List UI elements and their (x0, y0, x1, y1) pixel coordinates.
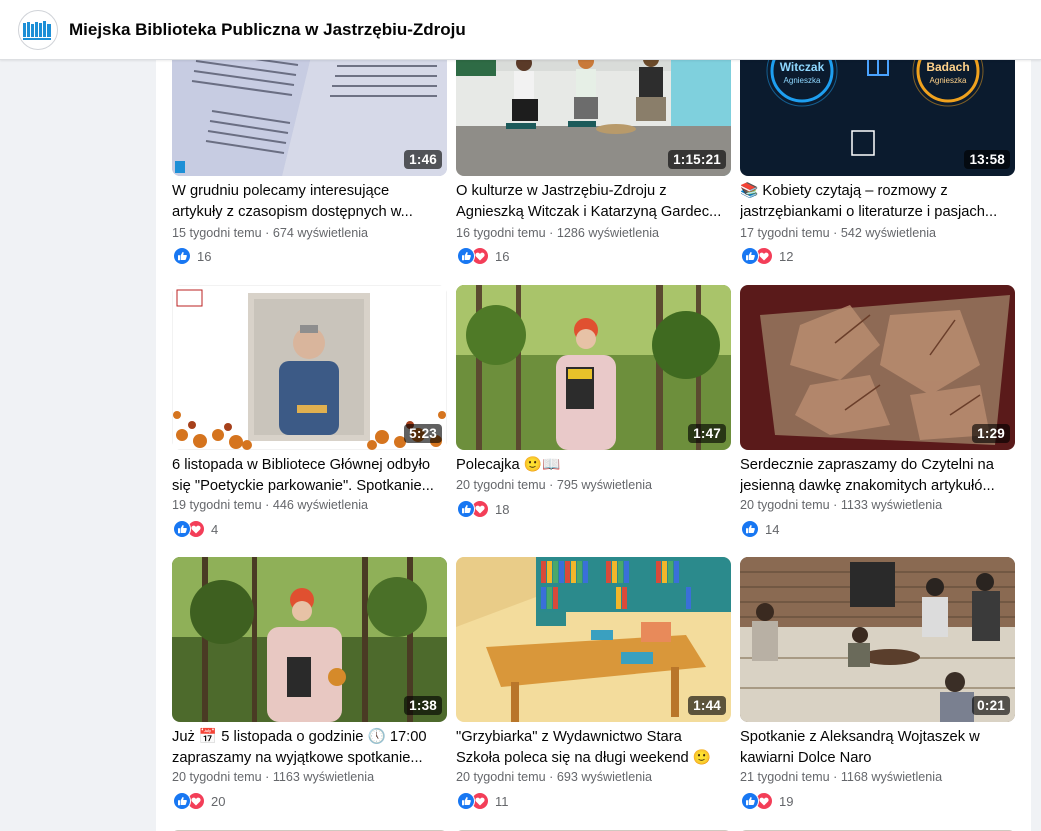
video-duration: 1:47 (688, 424, 726, 443)
reactions-summary[interactable]: 20 (173, 792, 225, 810)
meta-separator: · (829, 226, 841, 240)
video-title[interactable]: 📚 Kobiety czytają – rozmowy z jastrzębia… (740, 181, 1010, 223)
video-views: 795 wyświetlenia (556, 478, 653, 492)
like-reaction-icon (741, 247, 759, 265)
video-thumbnail[interactable]: 1:38 (172, 557, 447, 722)
video-age: 21 tygodni temu (740, 770, 830, 784)
video-duration: 1:46 (404, 150, 442, 169)
reactions-summary[interactable]: 18 (457, 500, 509, 518)
like-reaction-icon (173, 247, 191, 265)
reactions-summary[interactable]: 4 (173, 520, 218, 538)
video-title[interactable]: Spotkanie z Aleksandrą Wojtaszek w kawia… (740, 727, 1010, 769)
video-duration: 0:21 (972, 696, 1010, 715)
video-views: 446 wyświetlenia (272, 498, 369, 512)
video-age: 15 tygodni temu (172, 226, 262, 240)
video-duration: 1:15:21 (668, 150, 726, 169)
video-duration: 1:38 (404, 696, 442, 715)
video-thumbnail[interactable]: Miejska Biblioteka Publiczna 1:15:21 (456, 40, 731, 176)
video-views: 1133 wyświetlenia (840, 498, 943, 512)
video-meta: 15 tygodni temu · 674 wyświetlenia (172, 226, 368, 240)
reactions-summary[interactable]: 16 (173, 247, 211, 265)
video-thumbnail[interactable]: 5:23 (172, 285, 447, 450)
video-views: 1286 wyświetlenia (556, 226, 660, 240)
like-reaction-icon (741, 792, 759, 810)
video-thumbnail[interactable]: Witczak Agnieszka Badach Agnieszka 13:58 (740, 40, 1015, 176)
reaction-count: 14 (765, 521, 780, 537)
like-reaction-icon (457, 792, 475, 810)
page-title[interactable]: Miejska Biblioteka Publiczna w Jastrzębi… (69, 20, 466, 40)
video-thumbnail[interactable]: 1:47 (456, 285, 731, 450)
video-title[interactable]: 6 listopada w Bibliotece Głównej odbyło … (172, 455, 442, 497)
badach-logo-subtext: Agnieszka (930, 76, 967, 85)
video-age: 20 tygodni temu (456, 478, 546, 492)
reactions-summary[interactable]: 11 (457, 792, 509, 810)
video-meta: 20 tygodni temu · 1163 wyświetlenia (172, 770, 374, 784)
library-books-logo-icon[interactable] (18, 9, 58, 50)
meta-separator: · (261, 226, 273, 240)
video-title[interactable]: O kulturze w Jastrzębiu-Zdroju z Agniesz… (456, 181, 726, 223)
video-duration: 1:29 (972, 424, 1010, 443)
video-meta: 17 tygodni temu · 542 wyświetlenia (740, 226, 936, 240)
video-age: 20 tygodni temu (456, 770, 546, 784)
like-reaction-icon (173, 792, 191, 810)
video-duration: 5:23 (404, 424, 442, 443)
video-thumbnail[interactable]: 1:29 (740, 285, 1015, 450)
video-age: 20 tygodni temu (172, 770, 262, 784)
video-views: 1168 wyświetlenia (840, 770, 943, 784)
like-reaction-icon (457, 247, 475, 265)
meta-separator: · (829, 498, 841, 512)
video-meta: 16 tygodni temu · 1286 wyświetlenia (456, 226, 659, 240)
reaction-count: 16 (197, 248, 212, 264)
reaction-count: 16 (495, 248, 510, 264)
video-title[interactable]: Serdecznie zapraszamy do Czytelni na jes… (740, 455, 1010, 497)
witczak-logo-text: Witczak (780, 60, 825, 74)
like-reaction-icon (173, 520, 191, 538)
reactions-summary[interactable]: 16 (457, 247, 509, 265)
video-views: 693 wyświetlenia (556, 770, 653, 784)
video-age: 20 tygodni temu (740, 498, 830, 512)
reaction-count: 19 (779, 793, 794, 809)
videos-panel: 1:46 W grudniu polecamy interesujące art… (156, 40, 1031, 831)
video-meta: 20 tygodni temu · 693 wyświetlenia (456, 770, 652, 784)
page-header: Miejska Biblioteka Publiczna w Jastrzębi… (0, 0, 1041, 60)
reactions-summary[interactable]: 19 (741, 792, 793, 810)
badach-logo-text: Badach (926, 60, 969, 74)
video-meta: 20 tygodni temu · 1133 wyświetlenia (740, 498, 942, 512)
video-title[interactable]: Polecajka 🙂📖 (456, 455, 726, 476)
reaction-count: 11 (495, 793, 509, 809)
video-age: 16 tygodni temu (456, 226, 546, 240)
reactions-summary[interactable]: 12 (741, 247, 793, 265)
reaction-count: 18 (495, 501, 510, 517)
video-title[interactable]: "Grzybiarka" z Wydawnictwo Stara Szkoła … (456, 727, 726, 769)
meta-separator: · (261, 498, 273, 512)
meta-separator: · (829, 770, 841, 784)
video-views: 1163 wyświetlenia (272, 770, 375, 784)
meta-separator: · (261, 770, 273, 784)
witczak-logo-subtext: Agnieszka (784, 76, 821, 85)
meta-separator: · (545, 770, 557, 784)
like-reaction-icon (741, 520, 759, 538)
video-thumbnail[interactable]: 1:46 (172, 40, 447, 176)
video-duration: 1:44 (688, 696, 726, 715)
video-thumbnail[interactable]: 1:44 (456, 557, 731, 722)
video-duration: 13:58 (964, 150, 1010, 169)
like-reaction-icon (457, 500, 475, 518)
video-meta: 21 tygodni temu · 1168 wyświetlenia (740, 770, 942, 784)
meta-separator: · (545, 478, 557, 492)
video-meta: 19 tygodni temu · 446 wyświetlenia (172, 498, 368, 512)
video-title[interactable]: Już 📅 5 listopada o godzinie 🕔 17:00 zap… (172, 727, 442, 769)
reaction-count: 4 (211, 521, 219, 537)
meta-separator: · (545, 226, 557, 240)
reactions-summary[interactable]: 14 (741, 520, 779, 538)
reaction-count: 12 (779, 248, 794, 264)
video-meta: 20 tygodni temu · 795 wyświetlenia (456, 478, 652, 492)
video-title[interactable]: W grudniu polecamy interesujące artykuły… (172, 181, 442, 223)
video-age: 17 tygodni temu (740, 226, 830, 240)
video-age: 19 tygodni temu (172, 498, 262, 512)
video-thumbnail[interactable]: 0:21 (740, 557, 1015, 722)
video-views: 674 wyświetlenia (272, 226, 369, 240)
video-views: 542 wyświetlenia (840, 226, 937, 240)
reaction-count: 20 (211, 793, 226, 809)
